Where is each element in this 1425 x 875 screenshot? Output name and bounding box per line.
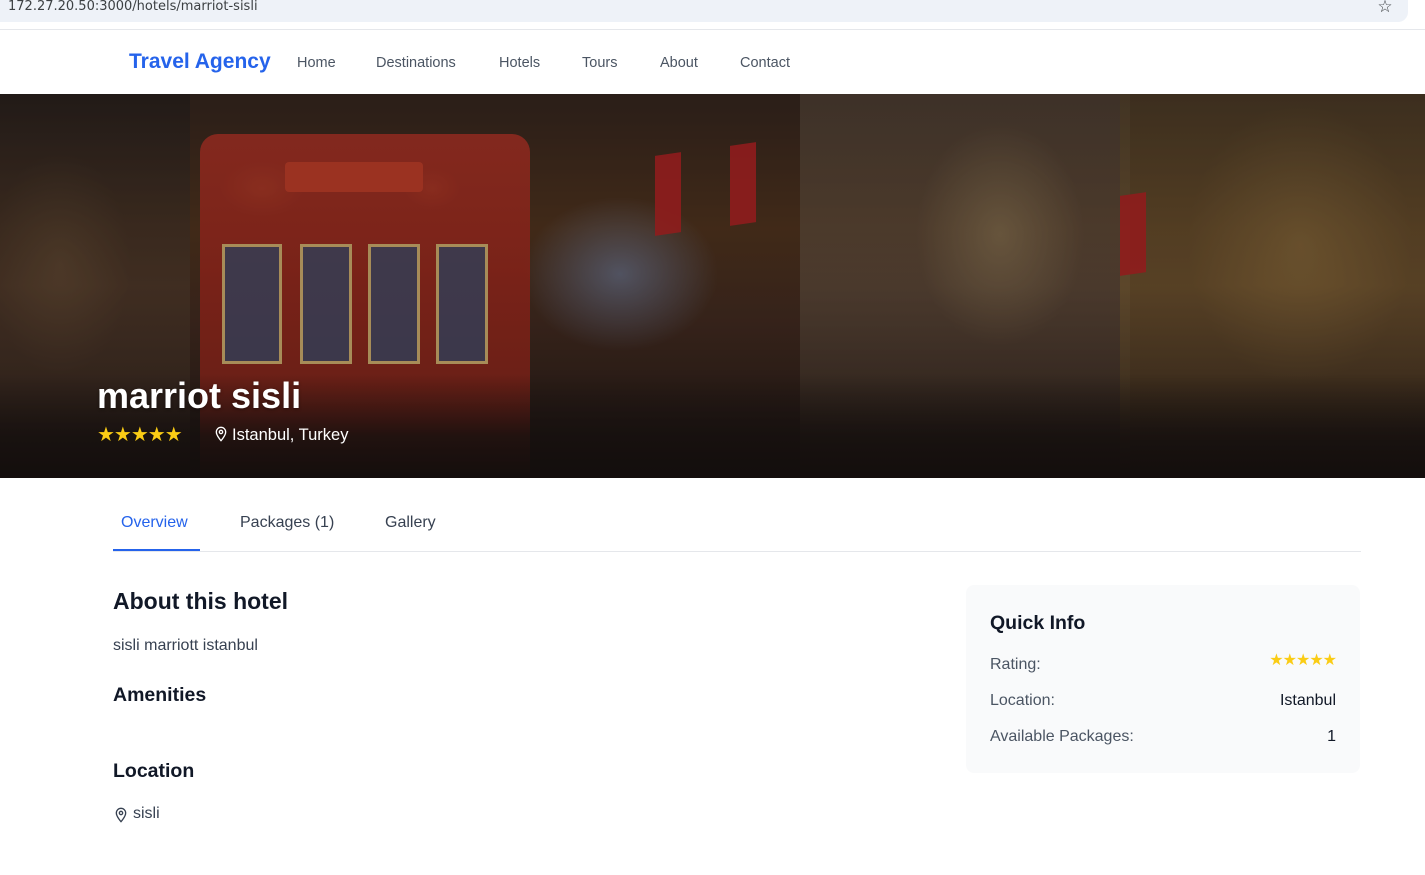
tab-overview[interactable]: Overview (121, 513, 188, 533)
nav-link-about[interactable]: About (660, 54, 698, 72)
nav-link-home[interactable]: Home (297, 54, 336, 72)
hero-star-rating: ★★★★★ (97, 422, 183, 446)
about-heading: About this hotel (113, 588, 289, 614)
brand-logo-link[interactable]: Travel Agency (129, 50, 271, 74)
hotel-description: sisli marriott istanbul (113, 637, 258, 654)
hero-banner-image (0, 94, 1425, 478)
packages-label: Available Packages: (990, 728, 1134, 745)
packages-value: 1 (1327, 728, 1336, 745)
url-text[interactable]: 172.27.20.50:3000/hotels/marriot-sisli (8, 0, 258, 14)
nav-link-contact[interactable]: Contact (740, 54, 790, 72)
rating-stars: ★★★★★ (1269, 650, 1337, 669)
tabs-divider (113, 551, 1361, 552)
map-pin-icon (115, 807, 127, 823)
tab-gallery[interactable]: Gallery (385, 513, 436, 533)
address-bar[interactable]: 172.27.20.50:3000/hotels/marriot-sisli (0, 0, 1408, 22)
bookmark-star-icon[interactable]: ☆ (1375, 0, 1395, 17)
location-value: Istanbul (1279, 692, 1336, 709)
site-navbar: Travel Agency Home Destinations Hotels T… (0, 30, 1425, 94)
nav-link-tours[interactable]: Tours (582, 54, 617, 72)
amenities-heading: Amenities (113, 684, 207, 706)
hotel-address: sisli (133, 805, 160, 822)
hero-overlay (0, 94, 1425, 478)
location-label: Location: (990, 692, 1055, 709)
hero-location: Istanbul, Turkey (232, 426, 349, 444)
tab-packages[interactable]: Packages (1) (240, 513, 334, 533)
rating-label: Rating: (990, 656, 1041, 673)
nav-link-hotels[interactable]: Hotels (499, 54, 540, 72)
nav-link-destinations[interactable]: Destinations (376, 54, 456, 72)
location-heading: Location (113, 760, 195, 782)
hotel-title: marriot sisli (97, 375, 302, 416)
browser-bar: 172.27.20.50:3000/hotels/marriot-sisli ☆ (0, 0, 1425, 30)
map-pin-icon (215, 426, 227, 442)
quick-info-title: Quick Info (990, 612, 1086, 634)
quick-info-card: Quick Info Rating: ★★★★★ Location: Istan… (966, 585, 1360, 773)
